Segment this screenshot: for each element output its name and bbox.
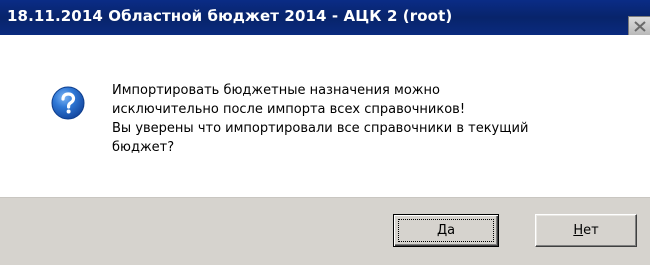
message-line: Вы уверены что импортировали все справоч… (112, 121, 529, 136)
message-line: бюджет? (112, 140, 175, 155)
dialog-window: 18.11.2014 Областной бюджет 2014 - АЦК 2… (0, 0, 650, 265)
title-bar[interactable]: 18.11.2014 Областной бюджет 2014 - АЦК 2… (0, 0, 650, 36)
yes-button[interactable]: Да (393, 214, 499, 247)
question-icon (51, 86, 85, 120)
message-line: Импортировать бюджетные назначения можно (112, 83, 440, 98)
window-title: 18.11.2014 Областной бюджет 2014 - АЦК 2… (7, 7, 453, 25)
dialog-content: Импортировать бюджетные назначения можно… (0, 35, 650, 197)
no-button[interactable]: Нет (535, 214, 637, 247)
message-line: исключительно после импорта всех справоч… (112, 102, 466, 117)
no-hotkey: Н (573, 223, 584, 238)
dialog-message: Импортировать бюджетные назначения можно… (112, 81, 632, 157)
close-icon (633, 20, 646, 32)
button-bar: Да Нет (0, 197, 650, 265)
no-button-label: Нет (573, 223, 598, 238)
yes-hotkey: Д (436, 223, 448, 238)
yes-button-label: Да (437, 223, 455, 238)
no-label-rest: ет (583, 223, 599, 238)
yes-label-rest: а (447, 223, 456, 238)
close-button[interactable] (628, 16, 650, 36)
